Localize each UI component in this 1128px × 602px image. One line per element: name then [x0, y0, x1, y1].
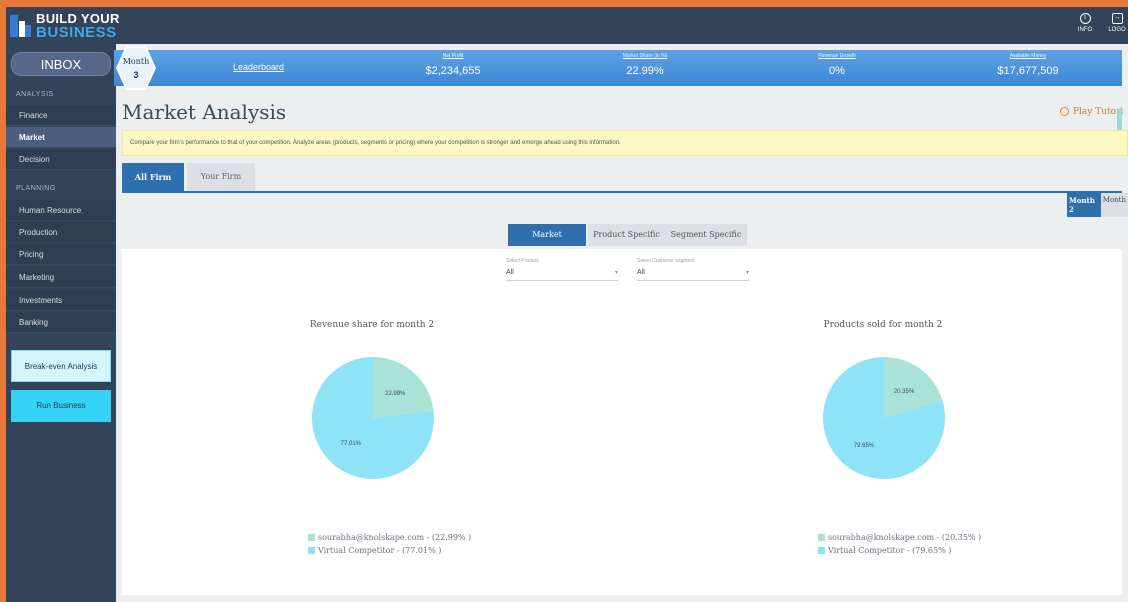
stat-value: $2,234,655	[425, 65, 481, 77]
sidebar-item-marketing[interactable]: Marketing	[6, 267, 116, 288]
stat-value: 0%	[829, 65, 845, 77]
sidebar-item-banking[interactable]: Banking	[6, 312, 116, 333]
tab-your-firm[interactable]: Your Firm	[187, 163, 255, 191]
pie-slice-label-1: 77.01%	[341, 441, 362, 447]
chevron-down-icon: ▾	[745, 270, 749, 276]
stat-key[interactable]: Market Share (in %)	[590, 53, 700, 59]
month-toggle: Month 2 Month	[1067, 193, 1128, 217]
logout-icon: →	[1111, 13, 1123, 24]
chart-title-products: Products sold for month 2	[823, 320, 943, 330]
month-2-button[interactable]: Month 2	[1067, 193, 1101, 217]
sidebar-item-decision[interactable]: Decision	[6, 149, 116, 170]
revenue-legend: sourabha@knolskape.com - (22.99% ) Virtu…	[308, 531, 471, 557]
stat-key[interactable]: Net Profit	[398, 53, 508, 59]
app-logo[interactable]: BUILD YOUR BUSINESS	[10, 11, 120, 41]
sidebar-item-finance[interactable]: Finance	[6, 105, 116, 126]
subtab-market[interactable]: Market	[508, 224, 586, 246]
pie-slice-label-0: 20.35%	[894, 389, 915, 395]
products-sold-pie: 20.35% 79.65%	[823, 357, 945, 479]
products-legend: sourabha@knolskape.com - (20.35% ) Virtu…	[818, 531, 981, 557]
stat-key[interactable]: Revenue Growth	[782, 53, 892, 59]
segment-select[interactable]: Select Customer segment All ▾	[637, 258, 749, 281]
logo-icon	[10, 13, 32, 39]
month-number: 3	[133, 70, 139, 80]
sidebar-item-investments[interactable]: Investments	[6, 290, 116, 311]
subtab-segment-specific[interactable]: Segment Specific	[665, 224, 747, 246]
play-icon	[1060, 107, 1069, 116]
month-button[interactable]: Month	[1100, 193, 1128, 217]
legend-item-competitor: Virtual Competitor - (79.65% )	[818, 544, 981, 557]
stat-value: $17,677,509	[997, 65, 1059, 77]
revenue-share-pie: 22.99% 77.01%	[312, 357, 434, 479]
info-banner: Compare your firm's performance to that …	[122, 130, 1128, 156]
sidebar-item-market[interactable]: Market	[6, 127, 116, 148]
break-even-analysis-button[interactable]: Break-even Analysis	[11, 350, 111, 382]
segment-select-label: Select Customer segment	[637, 258, 695, 264]
pie-slice-label-1: 79.65%	[854, 443, 875, 449]
pie-slice-0[interactable]	[373, 357, 434, 418]
stat-available-money: Available Money $17,677,509	[973, 53, 1083, 77]
page-title: Market Analysis	[122, 100, 287, 124]
sidebar-item-production[interactable]: Production	[6, 222, 116, 243]
play-tutorial-label: Play Tutori	[1073, 107, 1124, 117]
play-tutorial-link[interactable]: Play Tutori	[1060, 107, 1123, 117]
product-select-label: Select Product	[506, 258, 539, 264]
stat-key[interactable]: Available Money	[973, 53, 1083, 59]
product-select-value: All	[506, 269, 514, 276]
sidebar-item-pricing[interactable]: Pricing	[6, 244, 116, 265]
legend-item-firm: sourabha@knolskape.com - (22.99% )	[308, 531, 471, 544]
section-analysis: ANALYSIS	[16, 91, 54, 98]
leaderboard-link[interactable]: Leaderboard	[233, 62, 284, 72]
stat-net-profit: Net Profit $2,234,655	[398, 53, 508, 77]
top-bar: BUILD YOUR BUSINESS i INFO → LOGO	[6, 7, 1128, 44]
product-select[interactable]: Select Product All ▾	[506, 258, 618, 281]
tab-all-firm[interactable]: All Firm	[122, 163, 184, 191]
sidebar-item-human-resource[interactable]: Human Resource	[6, 200, 116, 221]
legend-item-competitor: Virtual Competitor - (77.01% )	[308, 544, 471, 557]
legend-label: sourabha@knolskape.com - (20.35% )	[828, 533, 982, 542]
stat-value: 22.99%	[626, 65, 664, 77]
month-label: Month	[122, 57, 150, 66]
stat-revenue-growth: Revenue Growth 0%	[782, 53, 892, 77]
info-icon: i	[1079, 13, 1091, 24]
stat-market-share: Market Share (in %) 22.99%	[590, 53, 700, 77]
legend-label: Virtual Competitor - (79.65% )	[828, 546, 952, 555]
logo-line2: BUSINESS	[36, 24, 117, 41]
tab-underline	[122, 191, 1122, 193]
logout-button[interactable]: → LOGO	[1106, 13, 1128, 33]
segment-select-value: All	[637, 269, 645, 276]
legend-label: Virtual Competitor - (77.01% )	[318, 546, 442, 555]
inbox-button[interactable]: INBOX	[11, 52, 111, 76]
sidebar: INBOX ANALYSIS Finance Market Decision P…	[6, 44, 116, 602]
run-business-button[interactable]: Run Business	[11, 390, 111, 422]
pie-slice-label-0: 22.99%	[385, 391, 406, 397]
chevron-down-icon: ▾	[614, 270, 618, 276]
logout-label: LOGO	[1108, 27, 1126, 33]
chart-title-revenue: Revenue share for month 2	[309, 320, 435, 330]
section-planning: PLANNING	[16, 185, 56, 192]
legend-item-firm: sourabha@knolskape.com - (20.35% )	[818, 531, 981, 544]
subtab-product-specific[interactable]: Product Specific	[588, 224, 665, 246]
info-button[interactable]: i INFO	[1074, 13, 1096, 33]
legend-label: sourabha@knolskape.com - (22.99% )	[318, 533, 472, 542]
info-label: INFO	[1077, 27, 1093, 33]
